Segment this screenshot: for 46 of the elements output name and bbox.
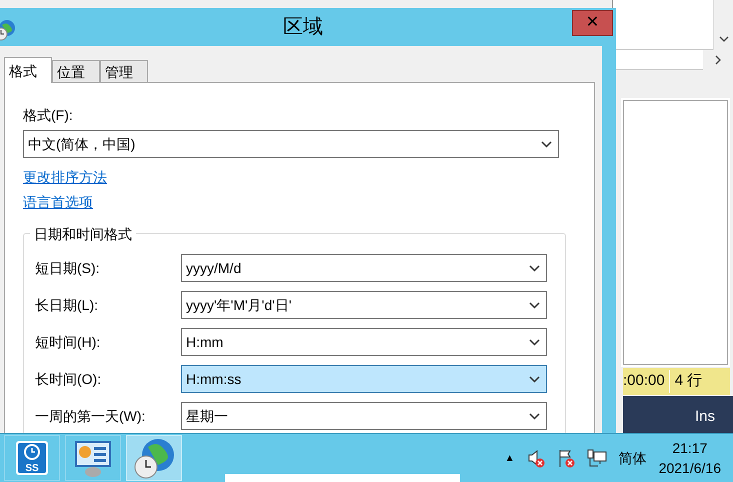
window-title: 区域 [283, 15, 323, 40]
status-text: :00:00 [623, 371, 665, 392]
dropdown[interactable]: H:mm [181, 328, 547, 356]
link[interactable]: 更改排序方法 [23, 167, 107, 188]
scrollbar[interactable] [713, 0, 733, 50]
field-label: 长日期(L): [35, 296, 99, 315]
taskbar-button[interactable] [126, 435, 182, 481]
chevron-icon [529, 338, 540, 346]
link[interactable]: 语言首选项 [23, 192, 93, 213]
dropdown[interactable]: H:mm:ss [181, 365, 547, 393]
mode-indicator: Ins [694, 406, 715, 426]
show-hidden-icons-button[interactable]: ▲ [504, 450, 515, 466]
flag-icon[interactable] [556, 448, 575, 468]
globe-clock-icon [0, 18, 16, 41]
scroll-down-icon[interactable] [719, 36, 729, 42]
clock[interactable]: 21:17 2021/6/16 [658, 438, 721, 478]
taskbar-button[interactable] [65, 435, 121, 481]
network-icon[interactable] [586, 448, 607, 468]
chevron-icon [529, 376, 540, 382]
field-label: 一周的第一天(W): [35, 406, 146, 426]
taskbar-button[interactable]: SS [4, 435, 60, 481]
format-dropdown[interactable]: 中文(简体，中国) [23, 130, 559, 158]
dropdown[interactable]: yyyy'年'M'月'd'日' [181, 291, 547, 319]
field-label: 格式(F): [23, 106, 74, 125]
clock-time: 21:17 [671, 439, 708, 458]
clock-date: 2021/6/16 [658, 459, 721, 478]
chevron-icon [529, 412, 540, 420]
scroll-right-icon[interactable] [715, 55, 721, 65]
close-button[interactable]: ✕ [572, 10, 613, 36]
tab[interactable]: 管理 [100, 60, 148, 82]
status-text: 4 行 [668, 370, 702, 393]
language-indicator[interactable]: 简体 [618, 448, 647, 468]
globe-clock-icon [132, 437, 176, 479]
dropdown[interactable]: yyyy/M/d [181, 254, 547, 282]
chevron-icon [529, 302, 540, 308]
field-label: 短时间(H): [35, 332, 102, 352]
tab[interactable]: 格式 [4, 57, 52, 83]
speaker-muted-icon[interactable] [526, 448, 545, 468]
tab[interactable]: 位置 [52, 60, 100, 82]
dropdown[interactable]: 星期一 [181, 402, 547, 430]
field-label: 短日期(S): [35, 258, 101, 278]
field-label: 长时间(O): [35, 370, 102, 389]
chevron-icon [529, 264, 540, 272]
control-panel-icon [73, 439, 113, 477]
clock-app-icon: SS [15, 440, 49, 476]
chevron-icon [541, 140, 552, 148]
